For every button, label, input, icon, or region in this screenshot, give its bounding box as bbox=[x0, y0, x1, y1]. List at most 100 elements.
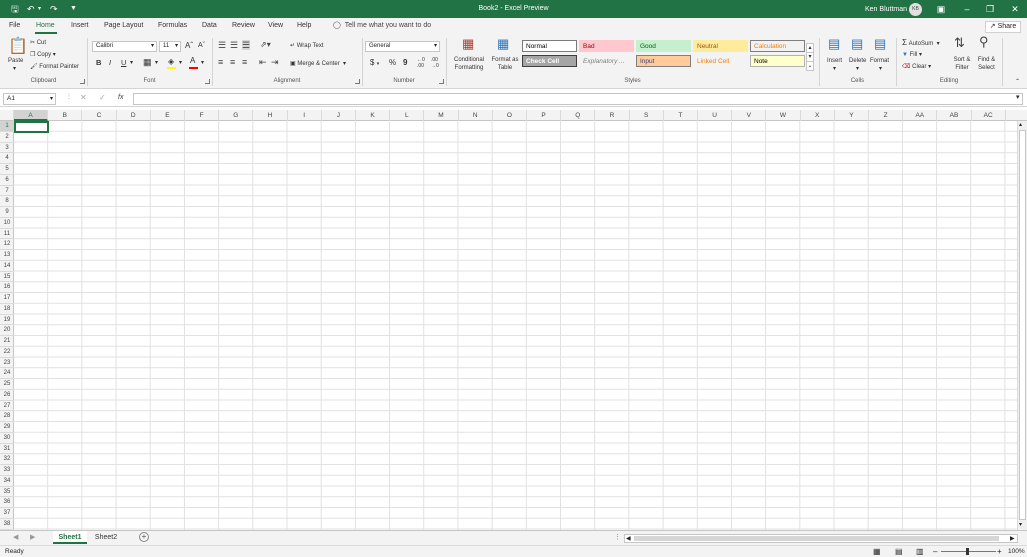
cell-style-check-cell[interactable]: Check Cell bbox=[522, 55, 577, 67]
column-header-v[interactable]: V bbox=[732, 110, 767, 121]
autosum-button[interactable]: Σ AutoSum ▾ bbox=[902, 39, 940, 48]
user-name[interactable]: Ken Bluttman bbox=[865, 6, 907, 13]
row-header-35[interactable]: 35 bbox=[0, 487, 14, 498]
column-header-y[interactable]: Y bbox=[835, 110, 869, 121]
column-header-m[interactable]: M bbox=[424, 110, 459, 121]
row-header-28[interactable]: 28 bbox=[0, 411, 14, 422]
cancel-entry-icon[interactable]: ✕ bbox=[80, 93, 87, 102]
close-icon[interactable]: ✕ bbox=[1008, 3, 1022, 15]
row-header-20[interactable]: 20 bbox=[0, 325, 14, 336]
row-header-9[interactable]: 9 bbox=[0, 207, 14, 218]
vertical-scrollbar[interactable]: ▴ ▾ bbox=[1017, 121, 1027, 530]
font-color-icon[interactable]: A bbox=[190, 57, 195, 65]
fill-color-icon[interactable]: ◈ bbox=[168, 58, 174, 66]
row-header-23[interactable]: 23 bbox=[0, 358, 14, 369]
horizontal-scrollbar[interactable]: ◀ ▶ bbox=[624, 534, 1018, 543]
fill-color-dropdown-icon[interactable]: ▾ bbox=[179, 59, 182, 67]
row-header-24[interactable]: 24 bbox=[0, 368, 14, 379]
row-header-31[interactable]: 31 bbox=[0, 444, 14, 455]
column-header-ac[interactable]: AC bbox=[972, 110, 1006, 121]
row-header-29[interactable]: 29 bbox=[0, 422, 14, 433]
sheet-tab-sheet1[interactable]: Sheet1 bbox=[53, 531, 87, 544]
page-layout-view-icon[interactable]: ▤ bbox=[895, 546, 903, 557]
column-header-aa[interactable]: AA bbox=[903, 110, 938, 121]
column-header-t[interactable]: T bbox=[664, 110, 698, 121]
column-header-g[interactable]: G bbox=[219, 110, 254, 121]
format-painter-button[interactable]: 🖌 Format Painter bbox=[30, 63, 79, 71]
cell-style-normal[interactable]: Normal bbox=[522, 40, 577, 52]
find-select-button[interactable]: Find & Select bbox=[973, 56, 1000, 72]
column-header-j[interactable]: J bbox=[322, 110, 356, 121]
column-header-ab[interactable]: AB bbox=[937, 110, 972, 121]
font-launcher-icon[interactable] bbox=[205, 79, 210, 84]
column-header-f[interactable]: F bbox=[185, 110, 220, 121]
row-header-4[interactable]: 4 bbox=[0, 153, 14, 164]
decrease-font-size-icon[interactable]: Aˇ bbox=[198, 42, 205, 50]
confirm-entry-icon[interactable]: ✓ bbox=[99, 93, 106, 102]
column-header-e[interactable]: E bbox=[151, 110, 185, 121]
align-bottom-icon[interactable]: ☰ bbox=[242, 40, 251, 50]
name-box[interactable]: A1 ▾ bbox=[3, 93, 56, 105]
tell-me-box[interactable]: ◯ Tell me what you want to do bbox=[333, 21, 431, 29]
row-header-11[interactable]: 11 bbox=[0, 229, 14, 240]
tab-help[interactable]: Help bbox=[297, 22, 311, 29]
row-header-1[interactable]: 1 bbox=[0, 121, 14, 132]
row-header-32[interactable]: 32 bbox=[0, 454, 14, 465]
cell-style-calculation[interactable]: Calculation bbox=[750, 40, 805, 52]
column-header-n[interactable]: N bbox=[459, 110, 493, 121]
row-header-15[interactable]: 15 bbox=[0, 272, 14, 283]
insert-cells-icon[interactable]: ▤ bbox=[828, 37, 840, 50]
tab-insert[interactable]: Insert bbox=[71, 22, 89, 29]
number-format-dropdown[interactable]: General ▾ bbox=[365, 41, 440, 52]
row-header-2[interactable]: 2 bbox=[0, 132, 14, 143]
ribbon-display-icon[interactable]: ▣ bbox=[934, 3, 948, 15]
underline-button[interactable]: U bbox=[121, 59, 126, 67]
cell-style-good[interactable]: Good bbox=[636, 40, 691, 52]
column-header-s[interactable]: S bbox=[630, 110, 664, 121]
share-button[interactable]: ↗ Share bbox=[985, 21, 1021, 33]
copy-button[interactable]: ❐ Copy ▾ bbox=[30, 51, 56, 59]
column-header-d[interactable]: D bbox=[117, 110, 151, 121]
column-header-c[interactable]: C bbox=[82, 110, 117, 121]
row-header-21[interactable]: 21 bbox=[0, 336, 14, 347]
avatar[interactable]: KB bbox=[909, 3, 922, 16]
font-size-dropdown[interactable]: 11 ▾ bbox=[159, 41, 181, 52]
cell-style-input[interactable]: Input bbox=[636, 55, 691, 67]
increase-indent-icon[interactable]: ⇥ bbox=[271, 57, 279, 67]
insert-cells-button[interactable]: Insert bbox=[827, 57, 842, 65]
column-header-o[interactable]: O bbox=[493, 110, 527, 121]
minimize-icon[interactable]: – bbox=[960, 3, 974, 15]
format-cells-button[interactable]: Format bbox=[870, 57, 889, 65]
column-header-a[interactable]: A bbox=[14, 110, 49, 121]
delete-dropdown-icon[interactable]: ▾ bbox=[856, 65, 859, 73]
select-all-corner[interactable] bbox=[0, 110, 14, 121]
scroll-down-icon[interactable]: ▾ bbox=[1019, 521, 1022, 528]
horizontal-scroll-thumb[interactable] bbox=[634, 536, 999, 541]
font-color-dropdown-icon[interactable]: ▾ bbox=[201, 59, 204, 67]
column-header-z[interactable]: Z bbox=[869, 110, 904, 121]
align-center-icon[interactable]: ≡ bbox=[230, 57, 235, 67]
zoom-in-icon[interactable]: + bbox=[997, 546, 1002, 557]
styles-more-icon[interactable]: ⌄ bbox=[806, 61, 814, 71]
merge-center-button[interactable]: ▣ Merge & Center ▾ bbox=[290, 60, 346, 68]
scroll-right-icon[interactable]: ▶ bbox=[1010, 535, 1015, 542]
next-sheet-icon[interactable]: ▶ bbox=[30, 533, 35, 541]
cut-button[interactable]: ✂ Cut bbox=[30, 39, 46, 47]
column-header-u[interactable]: U bbox=[698, 110, 733, 121]
row-header-38[interactable]: 38 bbox=[0, 519, 14, 530]
column-header-l[interactable]: L bbox=[390, 110, 425, 121]
row-header-3[interactable]: 3 bbox=[0, 143, 14, 154]
vertical-scroll-thumb[interactable] bbox=[1019, 130, 1026, 520]
row-header-34[interactable]: 34 bbox=[0, 476, 14, 487]
cell-style-explanatory[interactable]: Explanatory ... bbox=[579, 55, 634, 67]
prev-sheet-icon[interactable]: ◀ bbox=[13, 533, 18, 541]
clear-button[interactable]: ⌫ Clear ▾ bbox=[902, 63, 931, 71]
cell-style-bad[interactable]: Bad bbox=[579, 40, 634, 52]
normal-view-icon[interactable]: ▦ bbox=[873, 546, 881, 557]
tab-data[interactable]: Data bbox=[202, 22, 217, 29]
column-header-k[interactable]: K bbox=[356, 110, 391, 121]
column-header-p[interactable]: P bbox=[527, 110, 562, 121]
new-sheet-icon[interactable]: + bbox=[139, 532, 149, 542]
increase-decimal-icon[interactable]: ←0.00 bbox=[417, 57, 425, 69]
formula-input[interactable] bbox=[133, 93, 1023, 105]
